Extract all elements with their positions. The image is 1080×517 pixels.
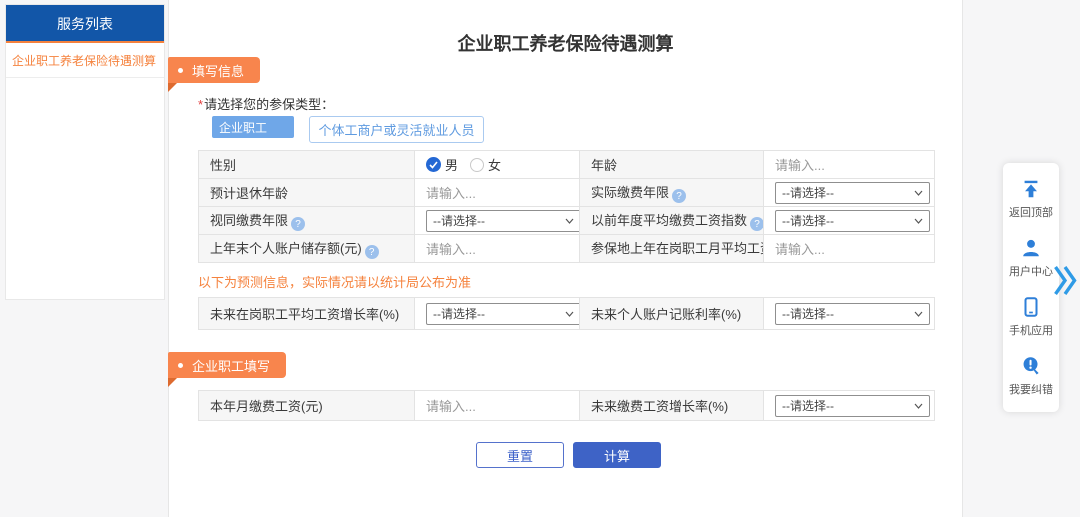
future-account-rate-label: 未来个人账户记账利率(%) bbox=[580, 298, 764, 330]
page-title: 企业职工养老保险待遇测算 bbox=[169, 30, 962, 56]
section-badge-label: 填写信息 bbox=[192, 61, 244, 80]
current-monthly-wage-label: 本年月缴费工资(元) bbox=[199, 391, 415, 421]
account-balance-input[interactable]: 请输入... bbox=[415, 235, 580, 263]
error-report-button[interactable]: 我要纠错 bbox=[1009, 355, 1053, 397]
chevron-down-icon bbox=[914, 403, 923, 409]
forecast-note: 以下为预测信息，实际情况请以统计局公布为准 bbox=[198, 272, 471, 291]
chevron-down-icon bbox=[914, 311, 923, 317]
future-pay-wage-growth-label: 未来缴费工资增长率(%) bbox=[580, 391, 764, 421]
section-badge-company-fill: 企业职工填写 bbox=[168, 352, 286, 378]
help-icon[interactable]: ? bbox=[672, 189, 686, 203]
toolbar-item-label: 手机应用 bbox=[1009, 322, 1053, 338]
female-radio-label[interactable]: 女 bbox=[488, 155, 501, 174]
gender-radio-group: 男 女 bbox=[426, 155, 568, 174]
required-asterisk: * bbox=[198, 97, 203, 112]
back-to-top-icon bbox=[1020, 178, 1042, 200]
table-row: 上年末个人账户储存额(元)? 请输入... 参保地上年在岗职工月平均工资(元)?… bbox=[199, 235, 935, 263]
chevron-down-icon bbox=[565, 218, 574, 224]
error-report-icon bbox=[1020, 355, 1042, 377]
toolbar-item-label: 用户中心 bbox=[1009, 263, 1053, 279]
user-center-button[interactable]: 用户中心 bbox=[1009, 237, 1053, 279]
table-row: 本年月缴费工资(元) 请输入... 未来缴费工资增长率(%) --请选择-- bbox=[199, 391, 935, 421]
future-wage-growth-select[interactable]: --请选择-- bbox=[426, 303, 580, 325]
insured-type-label: *请选择您的参保类型： bbox=[198, 94, 334, 113]
current-monthly-wage-input[interactable]: 请输入... bbox=[415, 391, 580, 421]
bullet-icon bbox=[178, 68, 183, 73]
back-to-top-button[interactable]: 返回顶部 bbox=[1009, 178, 1053, 220]
chevron-down-icon bbox=[565, 311, 574, 317]
calculate-button[interactable]: 计算 bbox=[573, 442, 661, 468]
type-button-self-employed[interactable]: 个体工商户或灵活就业人员 bbox=[309, 116, 484, 143]
service-list-panel: 服务列表 企业职工养老保险待遇测算 bbox=[5, 4, 165, 300]
toolbar-expand-button[interactable] bbox=[1053, 264, 1078, 302]
sidebar-item-pension-calc[interactable]: 企业职工养老保险待遇测算 bbox=[6, 43, 164, 78]
future-pay-wage-growth-select[interactable]: --请选择-- bbox=[775, 395, 930, 417]
actual-years-label: 实际缴费年限? bbox=[580, 179, 764, 207]
wage-index-label: 以前年度平均缴费工资指数? bbox=[580, 207, 764, 235]
toolbar-item-label: 我要纠错 bbox=[1009, 381, 1053, 397]
table-row: 未来在岗职工平均工资增长率(%) --请选择-- 未来个人账户记账利率(%) -… bbox=[199, 298, 935, 330]
local-avg-wage-input[interactable]: 请输入... bbox=[764, 235, 935, 263]
male-radio-label[interactable]: 男 bbox=[445, 155, 458, 174]
table-row: 性别 男 女 年龄 请输入... bbox=[199, 151, 935, 179]
help-icon[interactable]: ? bbox=[291, 217, 305, 231]
section-badge-fill-info: 填写信息 bbox=[168, 57, 260, 83]
chevron-down-icon bbox=[914, 190, 923, 196]
future-account-rate-select[interactable]: --请选择-- bbox=[775, 303, 930, 325]
toolbar-item-label: 返回顶部 bbox=[1009, 204, 1053, 220]
future-wage-growth-label: 未来在岗职工平均工资增长率(%) bbox=[199, 298, 415, 330]
age-label: 年龄 bbox=[580, 151, 764, 179]
section-badge-label: 企业职工填写 bbox=[192, 356, 270, 375]
local-avg-wage-label: 参保地上年在岗职工月平均工资(元)? bbox=[580, 235, 764, 263]
male-radio-checked-icon[interactable] bbox=[426, 157, 441, 172]
table-row: 视同缴费年限? --请选择-- 以前年度平均缴费工资指数? --请选择-- bbox=[199, 207, 935, 235]
help-icon[interactable]: ? bbox=[750, 217, 763, 231]
gender-label: 性别 bbox=[199, 151, 415, 179]
mobile-app-button[interactable]: 手机应用 bbox=[1009, 296, 1053, 338]
wage-index-select[interactable]: --请选择-- bbox=[775, 210, 930, 232]
deemed-years-select[interactable]: --请选择-- bbox=[426, 210, 580, 232]
female-radio-icon[interactable] bbox=[470, 158, 484, 172]
table-row: 预计退休年龄 请输入... 实际缴费年限? --请选择-- bbox=[199, 179, 935, 207]
age-input[interactable]: 请输入... bbox=[764, 151, 935, 179]
right-toolbar: 返回顶部 用户中心 手机应用 我要纠错 bbox=[1003, 163, 1059, 412]
actual-years-select[interactable]: --请选择-- bbox=[775, 182, 930, 204]
mobile-app-icon bbox=[1020, 296, 1042, 318]
company-fill-table: 本年月缴费工资(元) 请输入... 未来缴费工资增长率(%) --请选择-- bbox=[198, 390, 935, 421]
account-balance-label: 上年末个人账户储存额(元)? bbox=[199, 235, 415, 263]
chevrons-right-icon bbox=[1053, 264, 1078, 297]
retire-age-input[interactable]: 请输入... bbox=[415, 179, 580, 207]
basic-info-table: 性别 男 女 年龄 请输入... 预计退休年龄 请输入... 实际缴费年限? bbox=[198, 150, 935, 263]
deemed-years-label: 视同缴费年限? bbox=[199, 207, 415, 235]
forecast-table: 未来在岗职工平均工资增长率(%) --请选择-- 未来个人账户记账利率(%) -… bbox=[198, 297, 935, 330]
bullet-icon bbox=[178, 363, 183, 368]
main-panel: 企业职工养老保险待遇测算 填写信息 *请选择您的参保类型： 企业职工 个体工商户… bbox=[168, 0, 963, 517]
user-center-icon bbox=[1020, 237, 1042, 259]
chevron-down-icon bbox=[914, 218, 923, 224]
type-button-enterprise-employee[interactable]: 企业职工 bbox=[212, 116, 294, 138]
reset-button[interactable]: 重置 bbox=[476, 442, 564, 468]
service-list-header: 服务列表 bbox=[6, 5, 164, 43]
retire-age-label: 预计退休年龄 bbox=[199, 179, 415, 207]
help-icon[interactable]: ? bbox=[365, 245, 379, 259]
